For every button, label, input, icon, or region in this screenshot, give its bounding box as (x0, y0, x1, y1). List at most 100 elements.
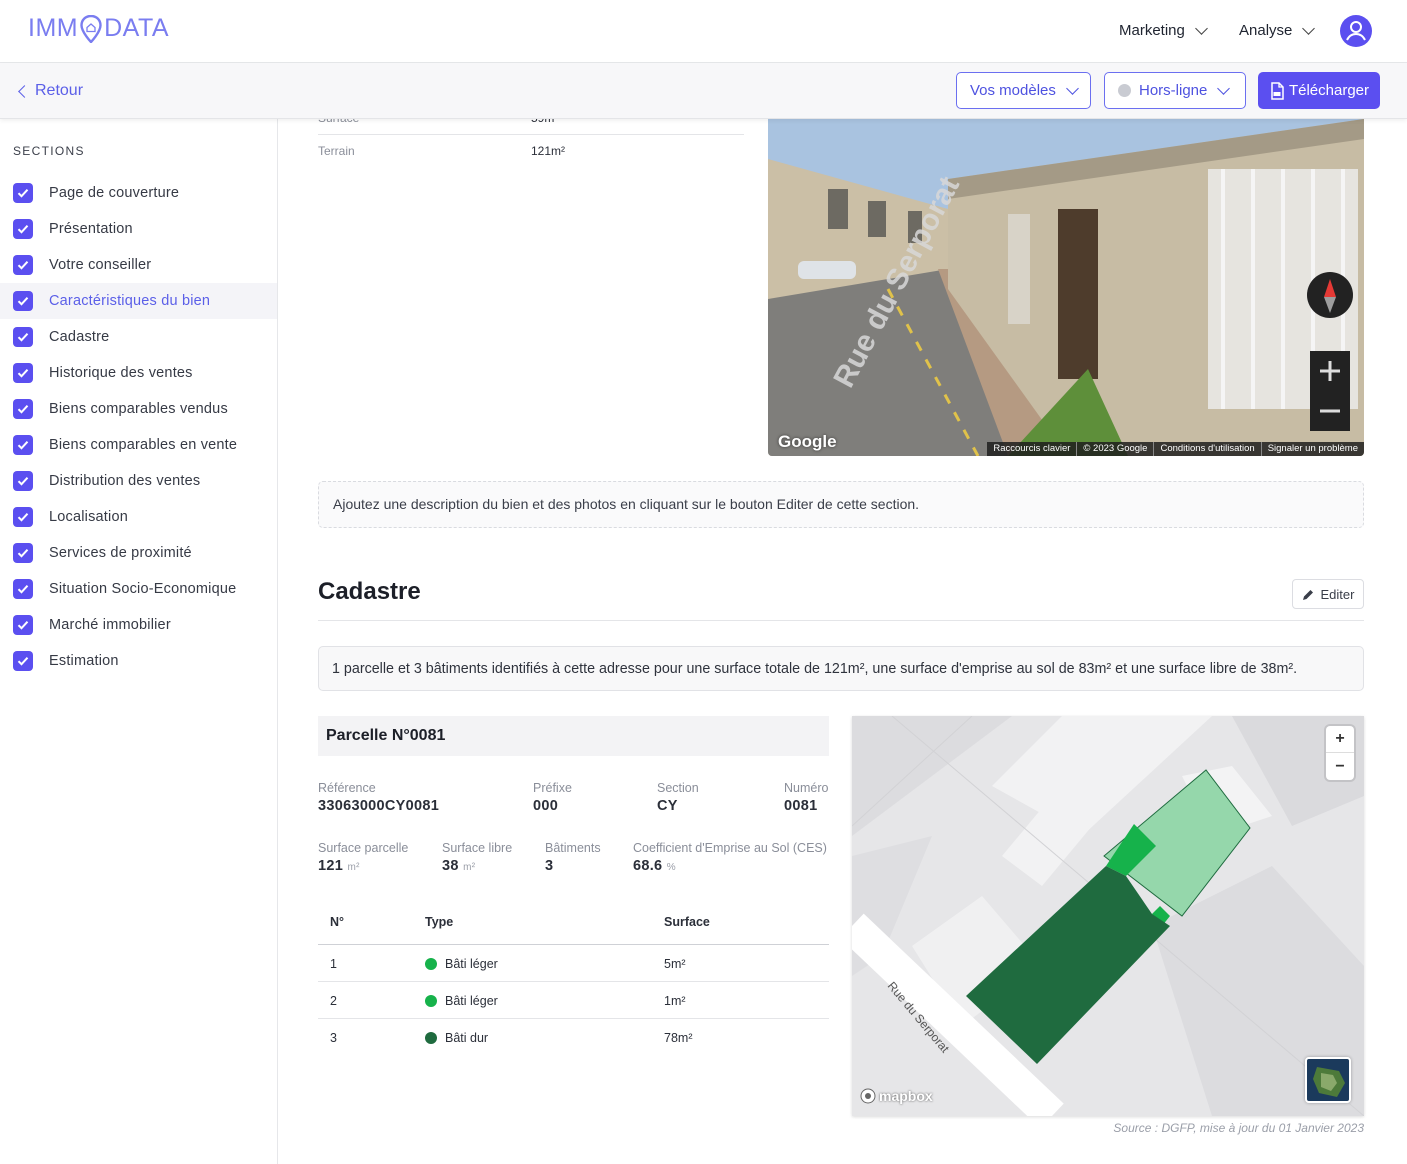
reference-value: 33063000CY0081 (318, 798, 440, 814)
building-number: 1 (330, 957, 337, 971)
checkbox[interactable] (13, 579, 33, 599)
back-label: Retour (35, 82, 84, 99)
sidebar-item-label: Estimation (49, 653, 119, 669)
sidebar-item[interactable]: Services de proximité (0, 535, 277, 571)
back-button[interactable]: Retour (18, 82, 84, 100)
sections-sidebar: SECTIONS Page de couverture Présentation V… (0, 119, 278, 1164)
table-header-divider (318, 944, 829, 945)
sidebar-item-label: Distribution des ventes (49, 473, 201, 489)
building-surface: 5m² (664, 957, 686, 971)
sidebar-item[interactable]: Présentation (0, 211, 277, 247)
sidebar-item[interactable]: Marché immobilier (0, 607, 277, 643)
sidebar-item[interactable]: Caractéristiques du bien (0, 283, 277, 319)
models-dropdown[interactable]: Vos modèles (956, 72, 1091, 109)
free-surface-value: 38 m² (442, 858, 476, 874)
nav-analyse[interactable]: Analyse (1239, 21, 1316, 39)
checkbox[interactable] (13, 435, 33, 455)
sidebar-item[interactable]: Historique des ventes (0, 355, 277, 391)
satellite-thumbnail-icon (1307, 1059, 1349, 1101)
sidebar-item[interactable]: Votre conseiller (0, 247, 277, 283)
chevron-down-icon (1066, 81, 1079, 95)
checkmark-icon (17, 189, 29, 198)
checkbox[interactable] (13, 507, 33, 527)
ces-value: 68.6 % (633, 858, 676, 874)
checkbox[interactable] (13, 615, 33, 635)
sidebar-item-label: Présentation (49, 221, 133, 237)
user-avatar[interactable] (1340, 15, 1372, 47)
cadastre-title: Cadastre (318, 578, 421, 605)
immodata-logo[interactable]: IMM DATA (28, 14, 170, 44)
checkbox[interactable] (13, 399, 33, 419)
sidebar-item-label: Votre conseiller (49, 257, 152, 273)
checkbox[interactable] (13, 363, 33, 383)
buildings-label: Bâtiments (545, 841, 601, 855)
sidebar-item[interactable]: Estimation (0, 643, 277, 679)
checkmark-icon (17, 297, 29, 306)
building-surface: 78m² (664, 1031, 693, 1045)
checkmark-icon (17, 225, 29, 234)
checkbox[interactable] (13, 219, 33, 239)
status-dropdown[interactable]: Hors-ligne (1104, 72, 1246, 109)
checkbox[interactable] (13, 651, 33, 671)
download-button[interactable]: Télécharger (1258, 72, 1380, 109)
building-type-dot (425, 995, 437, 1007)
sidebar-item-label: Cadastre (49, 329, 110, 345)
sidebar-item-label: Historique des ventes (49, 365, 193, 381)
nav-marketing-label: Marketing (1119, 22, 1185, 39)
sidebar-item[interactable]: Biens comparables vendus (0, 391, 277, 427)
number-label: Numéro (784, 781, 829, 795)
edit-button[interactable]: Editer (1292, 579, 1364, 609)
checkbox[interactable] (13, 471, 33, 491)
checkmark-icon (17, 369, 29, 378)
checkmark-icon (17, 549, 29, 558)
parcel-surface-label: Surface parcelle (318, 841, 409, 855)
chevron-down-icon (1217, 81, 1231, 95)
keyboard-shortcuts-link[interactable]: Raccourcis clavier (987, 442, 1078, 456)
streetview-footer: Raccourcis clavier © 2023 Google Conditi… (987, 442, 1364, 456)
table-row-divider (318, 1018, 829, 1019)
cadastre-map[interactable]: Rue du Serporat mapbox (852, 716, 1364, 1116)
street-view-image[interactable]: Rue du Serporat Google Raccourcis clavie… (768, 119, 1364, 456)
edit-label: Editer (1320, 586, 1355, 602)
sidebar-item[interactable]: Distribution des ventes (0, 463, 277, 499)
sidebar-item-label: Biens comparables vendus (49, 401, 228, 417)
checkbox[interactable] (13, 183, 33, 203)
number-value: 0081 (784, 798, 818, 814)
report-problem-link[interactable]: Signaler un problème (1262, 442, 1364, 456)
building-type: Bâti dur (425, 1031, 488, 1045)
building-number: 2 (330, 994, 337, 1008)
col-header-type: Type (425, 915, 454, 929)
map-zoom-out-button[interactable]: − (1326, 753, 1354, 780)
sidebar-item[interactable]: Localisation (0, 499, 277, 535)
checkbox[interactable] (13, 327, 33, 347)
prefix-label: Préfixe (533, 781, 572, 795)
sidebar-item[interactable]: Cadastre (0, 319, 277, 355)
ces-label: Coefficient d'Emprise au Sol (CES) (633, 841, 827, 855)
map-zoom-in-button[interactable]: + (1326, 726, 1354, 753)
offline-status-dot (1118, 84, 1131, 97)
mapbox-attribution[interactable]: mapbox (860, 1088, 933, 1104)
sidebar-item-label: Situation Socio-Economique (49, 581, 237, 597)
checkbox[interactable] (13, 543, 33, 563)
building-type-dot (425, 958, 437, 970)
sidebar-item[interactable]: Situation Socio-Economique (0, 571, 277, 607)
nav-marketing[interactable]: Marketing (1119, 21, 1208, 39)
section-divider (318, 620, 1364, 621)
pencil-icon (1302, 589, 1313, 600)
parcel-surface-value: 121 m² (318, 858, 360, 874)
status-label: Hors-ligne (1139, 82, 1208, 99)
models-label: Vos modèles (970, 82, 1056, 99)
checkbox[interactable] (13, 291, 33, 311)
terms-link[interactable]: Conditions d'utilisation (1154, 442, 1262, 456)
col-header-surface: Surface (664, 915, 710, 929)
description-hint: Ajoutez une description du bien et des p… (318, 481, 1364, 528)
checkmark-icon (17, 657, 29, 666)
prefix-value: 000 (533, 798, 559, 814)
satellite-toggle[interactable] (1305, 1057, 1351, 1103)
building-type-dot (425, 1032, 437, 1044)
sidebar-item[interactable]: Biens comparables en vente (0, 427, 277, 463)
sidebar-item[interactable]: Page de couverture (0, 175, 277, 211)
checkbox[interactable] (13, 255, 33, 275)
logo-text-right: DATA (104, 14, 170, 42)
buildings-value: 3 (545, 858, 554, 874)
